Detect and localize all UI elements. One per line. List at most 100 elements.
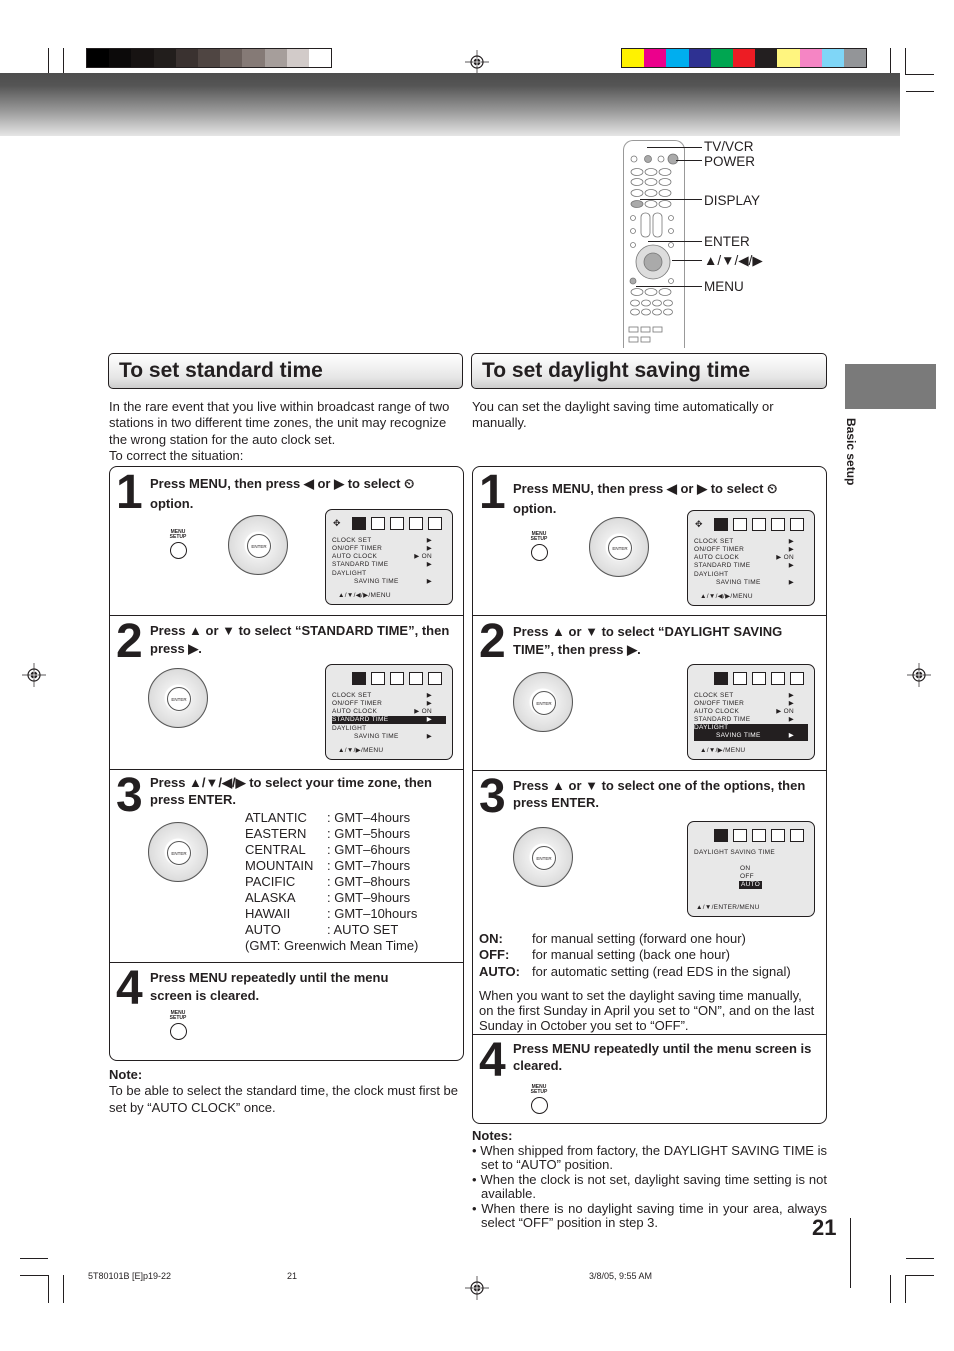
osd-menu-screen: CLOCK SET ▶ ON/OFF TIMER ▶ AUTO CLOCK ▶ ON … bbox=[325, 664, 453, 760]
step-number: 3 bbox=[479, 770, 506, 823]
calibration-swatch bbox=[644, 49, 667, 67]
direction-pad[interactable]: ENTER bbox=[513, 827, 573, 887]
lock-icon bbox=[771, 829, 785, 842]
calibration-swatch bbox=[220, 49, 243, 67]
leader-line bbox=[672, 260, 702, 261]
enter-button[interactable]: ENTER bbox=[247, 534, 271, 558]
clock-icon bbox=[714, 672, 728, 685]
osd-row: ON/OFF TIMER ▶ bbox=[694, 700, 794, 707]
step-2: 2 Press ▲ or ▼ to select “DAYLIGHT SAVIN… bbox=[473, 615, 826, 770]
intro-standard-time: In the rare event that you live within b… bbox=[109, 399, 465, 464]
timer-icon bbox=[733, 829, 747, 842]
grid-icon bbox=[752, 672, 766, 685]
tape-icon bbox=[790, 672, 804, 685]
timer-icon bbox=[371, 672, 385, 685]
step-instruction: Press ▲/▼/◀/▶ to select your time zone, … bbox=[150, 775, 432, 807]
enter-button[interactable]: ENTER bbox=[532, 846, 556, 870]
menu-setup-button[interactable]: MENU SETUP bbox=[166, 530, 190, 559]
registration-mark-icon bbox=[907, 663, 931, 687]
leader-line bbox=[636, 286, 702, 287]
direction-pad[interactable]: ENTER bbox=[513, 672, 573, 732]
osd-row: ON/OFF TIMER ▶ bbox=[694, 546, 794, 553]
calibration-swatch bbox=[666, 49, 689, 67]
menu-setup-button[interactable]: MENU SETUP bbox=[527, 532, 551, 561]
calibration-swatch bbox=[87, 49, 110, 67]
calibration-swatch bbox=[755, 49, 778, 67]
direction-pad[interactable]: ENTER bbox=[148, 822, 208, 882]
osd-row: STANDARD TIME ▶ bbox=[694, 716, 794, 723]
step-number: 2 bbox=[479, 615, 506, 668]
timer-icon bbox=[733, 518, 747, 531]
page-edge-line bbox=[850, 1218, 851, 1288]
grid-icon bbox=[752, 829, 766, 842]
leader-line bbox=[648, 241, 702, 242]
calibration-swatch bbox=[843, 49, 867, 67]
step-instruction: Press MENU repeatedly until the menu scr… bbox=[150, 970, 389, 1003]
enter-button[interactable]: ENTER bbox=[608, 536, 632, 560]
osd-row: AUTO CLOCK ▶ ON bbox=[332, 553, 432, 560]
calibration-swatch bbox=[777, 49, 800, 67]
direction-pad[interactable]: ENTER bbox=[589, 517, 649, 577]
calibration-swatch bbox=[131, 49, 154, 67]
label-power: POWER bbox=[704, 154, 756, 169]
lock-icon bbox=[409, 672, 423, 685]
osd-row: DAYLIGHT bbox=[332, 570, 367, 577]
footer-file: 5T80101B [E]p19-22 bbox=[88, 1271, 172, 1281]
crop-mark bbox=[48, 1275, 49, 1303]
steps-standard-time: 1 Press MENU, then press ◀ or ▶ to selec… bbox=[109, 466, 464, 1061]
grayscale-calibration-bar bbox=[86, 48, 332, 68]
button-circle-icon bbox=[530, 544, 548, 561]
osd-row: AUTO CLOCK ▶ ON bbox=[332, 708, 432, 715]
time-zone-row: ALASKA: GMT–9hours bbox=[245, 890, 411, 905]
time-zone-row: AUTO: AUTO SET bbox=[245, 922, 399, 937]
crop-mark bbox=[906, 74, 934, 75]
label-tv-vcr: TV/VCR bbox=[704, 139, 754, 154]
enter-button[interactable]: ENTER bbox=[532, 691, 556, 715]
step-3: 3 Press ▲/▼/◀/▶ to select your time zone… bbox=[110, 769, 463, 962]
button-circle-icon bbox=[169, 1023, 187, 1040]
section-title-daylight-saving: To set daylight saving time bbox=[471, 353, 827, 389]
osd-icon-row bbox=[352, 672, 442, 685]
label-display: DISPLAY bbox=[704, 193, 761, 208]
time-zone-row: EASTERN: GMT–5hours bbox=[245, 826, 411, 841]
intro-daylight-saving: You can set the daylight saving time aut… bbox=[472, 399, 774, 431]
direction-pad[interactable]: ENTER bbox=[148, 668, 208, 728]
osd-row: CLOCK SET ▶ bbox=[332, 692, 432, 699]
enter-button[interactable]: ENTER bbox=[167, 687, 191, 711]
calibration-swatch bbox=[242, 49, 265, 67]
leader-line bbox=[640, 199, 702, 200]
osd-footer: ▲/▼/◀/▶/MENU bbox=[338, 592, 391, 599]
osd-icon-row bbox=[352, 517, 442, 530]
clock-icon bbox=[714, 518, 728, 531]
menu-setup-button[interactable]: MENU SETUP bbox=[527, 1085, 551, 1114]
step-instruction: Press ▲ or ▼ to select “DAYLIGHT SAVING … bbox=[513, 624, 783, 657]
osd-row: AUTO CLOCK ▶ ON bbox=[694, 554, 794, 561]
note-standard-time: Note: To be able to select the standard … bbox=[109, 1067, 465, 1116]
osd-icon-row bbox=[714, 672, 804, 685]
time-zone-row: CENTRAL: GMT–6hours bbox=[245, 842, 411, 857]
label-arrows: ▲/▼/◀/▶ bbox=[704, 253, 763, 268]
clock-icon bbox=[352, 517, 366, 530]
calibration-swatch bbox=[264, 49, 287, 67]
leader-line bbox=[647, 147, 702, 148]
section-title-standard-time: To set standard time bbox=[108, 353, 463, 389]
note-item: • When there is no daylight saving time … bbox=[472, 1200, 827, 1230]
menu-setup-button[interactable]: MENU SETUP bbox=[166, 1011, 190, 1040]
step-instruction: Press ▲ or ▼ to select one of the option… bbox=[513, 778, 806, 810]
crop-mark bbox=[906, 91, 934, 92]
note-title: Note: bbox=[109, 1067, 143, 1082]
step-4: 4 Press MENU repeatedly until the menu s… bbox=[473, 1034, 826, 1125]
note-item: • When the clock is not set, daylight sa… bbox=[472, 1171, 827, 1201]
osd-row: CLOCK SET ▶ bbox=[694, 692, 794, 699]
tape-icon bbox=[428, 672, 442, 685]
osd-footer: ▲/▼/ENTER/MENU bbox=[696, 904, 760, 911]
calibration-swatch bbox=[821, 49, 844, 67]
osd-row: DAYLIGHT bbox=[332, 725, 367, 732]
enter-button[interactable]: ENTER bbox=[167, 841, 191, 865]
timer-icon bbox=[733, 672, 747, 685]
direction-pad[interactable]: ENTER bbox=[228, 515, 288, 575]
manual-setting-text: When you want to set the daylight saving… bbox=[479, 987, 815, 1033]
step-instruction: Press ▲ or ▼ to select “STANDARD TIME”, … bbox=[150, 623, 450, 656]
tape-icon bbox=[790, 518, 804, 531]
osd-row: STANDARD TIME ▶ bbox=[332, 561, 432, 568]
